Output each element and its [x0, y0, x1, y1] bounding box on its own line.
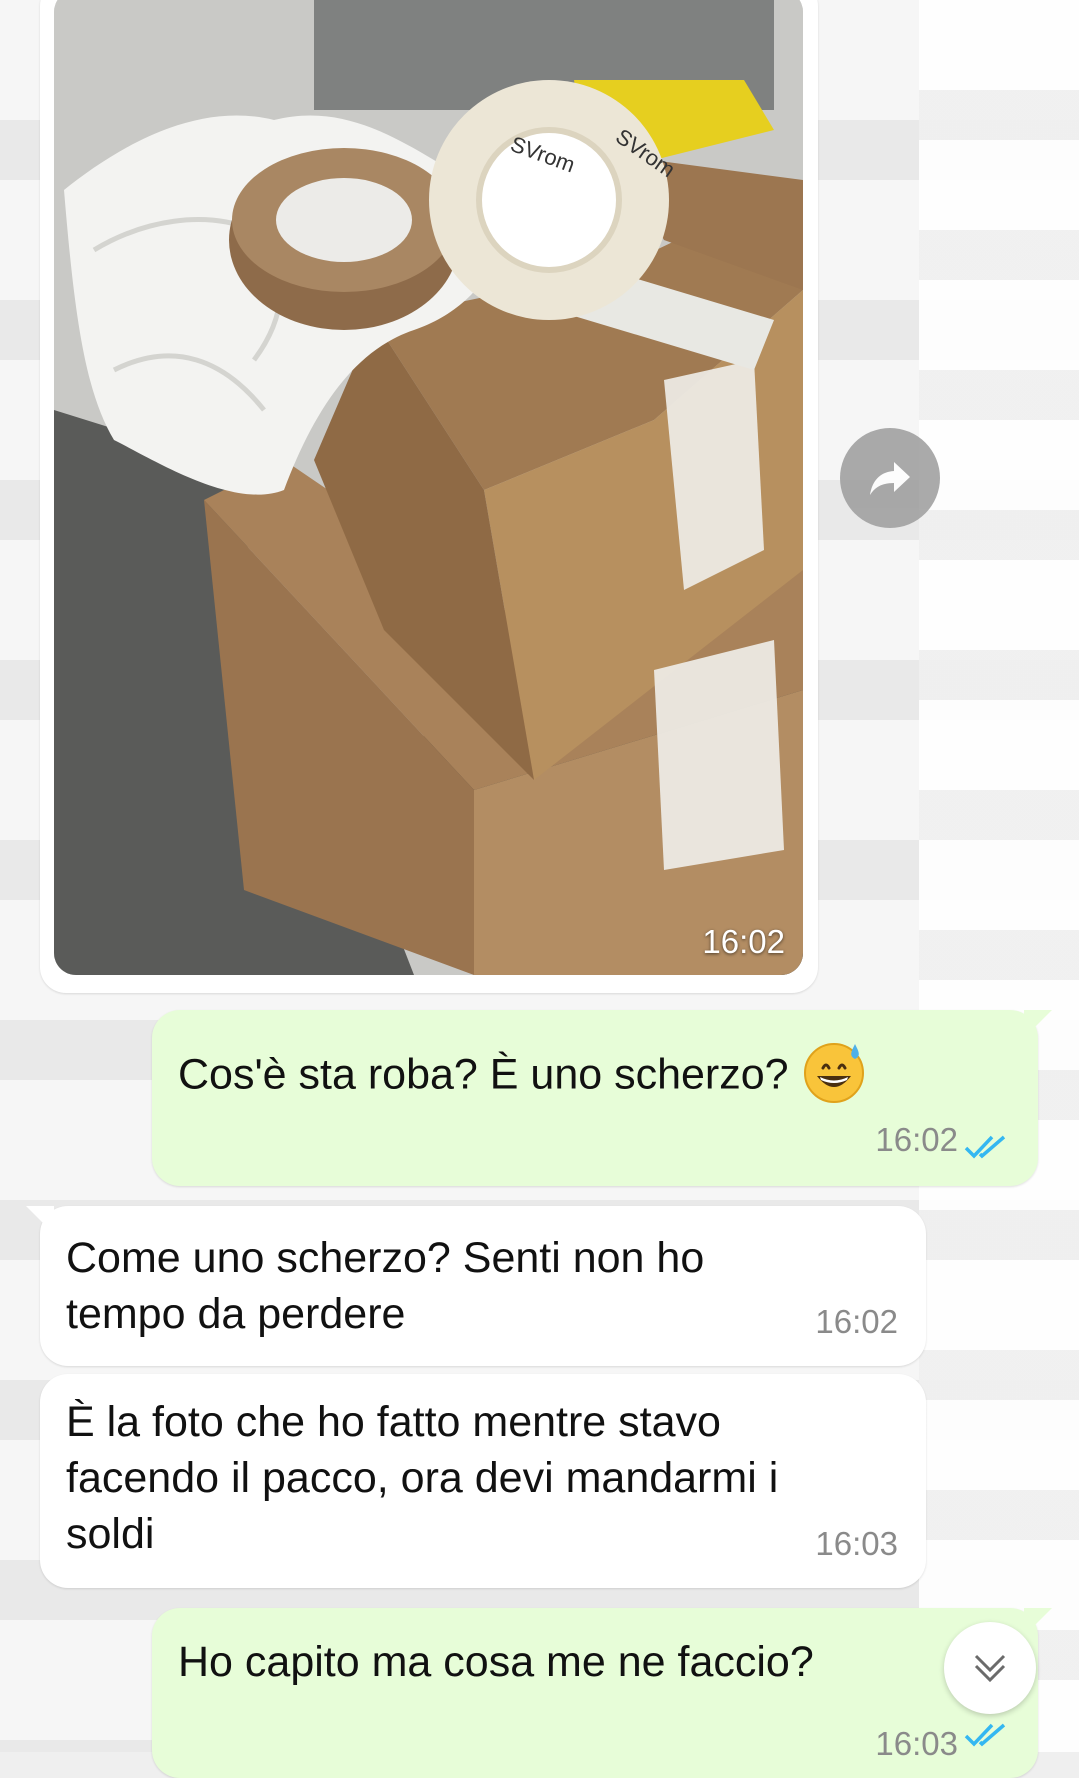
grinning-sweat-emoji: [803, 1043, 864, 1103]
received-message-bubble[interactable]: Come uno scherzo? Senti non ho tempo da …: [26, 1206, 926, 1366]
double-check-icon: [964, 1723, 1006, 1747]
bubble-tail: [26, 1206, 54, 1234]
double-check-icon: [964, 1135, 1006, 1159]
message-text: È la foto che ho fatto mentre stavo face…: [66, 1398, 779, 1558]
bubble-tail: [1024, 1608, 1052, 1636]
message-time: 16:03: [815, 1525, 898, 1562]
chat-wallpaper-right: [919, 0, 1079, 1752]
sent-message-bubble[interactable]: Ho capito ma cosa me ne faccio? 16:03: [152, 1608, 1052, 1778]
message-time: 16:02: [875, 1121, 958, 1158]
forward-arrow-icon: [870, 462, 910, 495]
message-text: Come uno scherzo? Senti non ho tempo da …: [66, 1234, 705, 1338]
package-photo[interactable]: SVrom SVrom 16:02: [54, 0, 803, 975]
package-photo-illustration: SVrom SVrom: [54, 0, 803, 975]
message-time: 16:02: [702, 923, 785, 960]
message-text: Ho capito ma cosa me ne faccio?: [178, 1638, 814, 1686]
message-time: 16:03: [875, 1725, 958, 1762]
sent-message-bubble[interactable]: Cos'è sta roba? È uno scherzo? 16:02: [152, 1010, 1052, 1186]
received-message-bubble[interactable]: È la foto che ho fatto mentre stavo face…: [40, 1374, 926, 1588]
scroll-to-bottom-button[interactable]: [944, 1622, 1036, 1714]
forward-button[interactable]: [840, 428, 940, 528]
message-text: Cos'è sta roba? È uno scherzo?: [178, 1043, 867, 1110]
bubble-tail: [1024, 1010, 1052, 1038]
chevron-double-down-icon: [974, 1654, 1006, 1683]
message-time: 16:02: [815, 1303, 898, 1340]
